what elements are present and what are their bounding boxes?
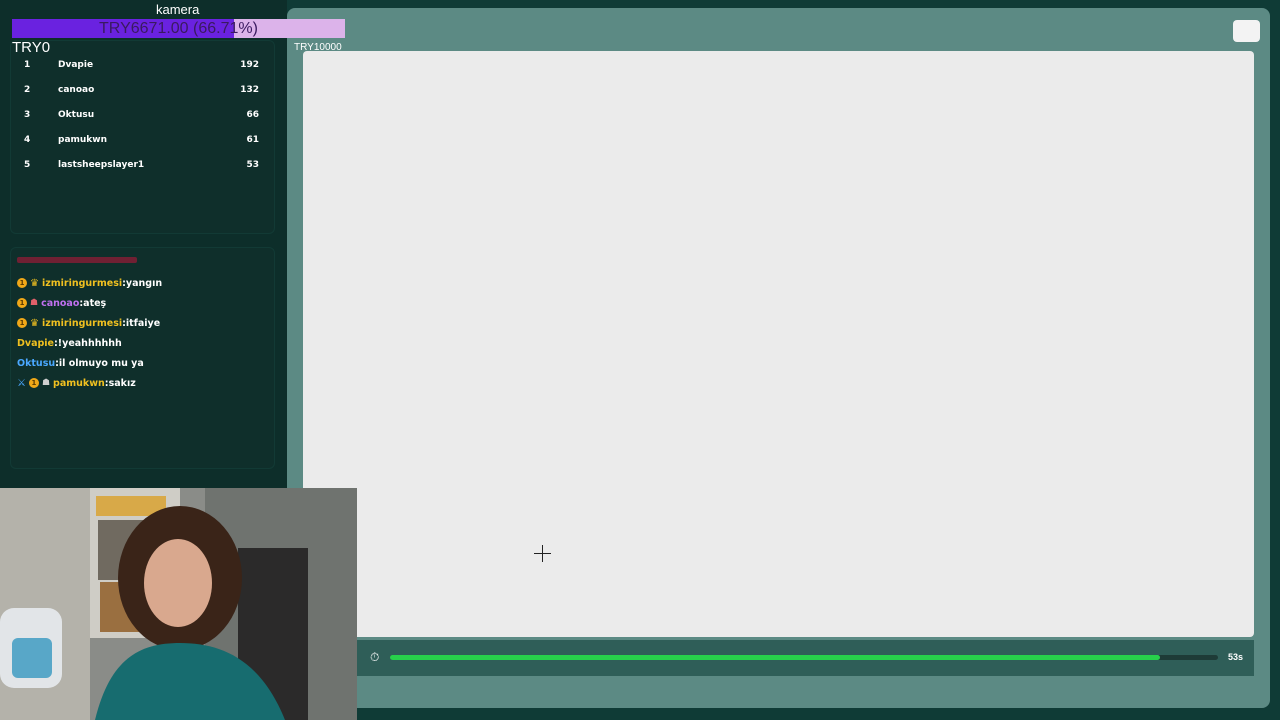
leaderboard-rank: 1 xyxy=(24,60,31,70)
leaderboard-panel: 1 Dvapie 192 2 canoao 132 3 Oktusu 66 4 … xyxy=(10,40,275,234)
chat-message: ⚔ 1 ☗ pamukwn :sakız xyxy=(17,375,136,391)
donation-goal-text: TRY6671.00 (66.71%) xyxy=(99,20,258,37)
leaderboard-score: 66 xyxy=(246,110,259,120)
leaderboard-name: Oktusu xyxy=(58,110,95,120)
chat-message: Dvapie :!yeahhhhhh xyxy=(17,335,122,351)
chat-message: 1 ♛ izmiringurmesi :itfaiye xyxy=(17,315,160,331)
robot-icon: ☗ xyxy=(41,378,51,388)
crown-icon: ♛ xyxy=(30,317,39,329)
coin-icon: 1 xyxy=(17,278,27,288)
timer-progress-track xyxy=(390,655,1218,660)
leaderboard-rank: 2 xyxy=(24,85,31,95)
leaderboard-score: 132 xyxy=(240,85,259,95)
leaderboard-row-partial xyxy=(10,185,275,191)
webcam-image xyxy=(0,488,357,720)
leaderboard-rank: 3 xyxy=(24,110,31,120)
chat-text: :il olmuyo mu ya xyxy=(55,357,144,369)
leaderboard-row: 4 pamukwn 61 xyxy=(10,131,275,151)
leaderboard-row: 2 canoao 132 xyxy=(10,81,275,101)
chat-message: Oktusu :il olmuyo mu ya xyxy=(17,355,144,371)
camera-label: kamera xyxy=(156,2,200,17)
leaderboard-rank: 5 xyxy=(24,160,31,170)
chat-message: 1 ♛ izmiringurmesi :yangın xyxy=(17,275,162,291)
stopwatch-icon: ⏱ xyxy=(370,650,380,664)
leaderboard-name: canoao xyxy=(58,85,95,95)
webcam-feed xyxy=(0,488,357,720)
leaderboard-score: 192 xyxy=(240,60,259,70)
leaderboard-name: pamukwn xyxy=(58,135,108,145)
leaderboard-rank: 4 xyxy=(24,135,31,145)
coin-icon: 1 xyxy=(28,378,39,388)
drawing-canvas[interactable] xyxy=(303,51,1254,637)
corner-button[interactable] xyxy=(1233,20,1260,42)
leaderboard-name: lastsheepslayer1 xyxy=(58,160,145,170)
leaderboard-score: 61 xyxy=(246,135,259,145)
leaderboard-name: Dvapie xyxy=(58,60,94,70)
chat-message: 1 ☗ canoao :ateş xyxy=(17,295,106,311)
donation-goal-start: TRY0 xyxy=(12,39,51,56)
chat-username[interactable]: Oktusu xyxy=(17,358,55,369)
sword-icon: ⚔ xyxy=(17,377,26,389)
chat-line-partial xyxy=(17,257,137,263)
donation-goal-target: TRY10000 xyxy=(294,42,342,53)
timer-text: 53s xyxy=(1228,652,1244,662)
coin-icon: 1 xyxy=(17,298,27,308)
chat-username[interactable]: Dvapie xyxy=(17,338,54,349)
chat-username[interactable]: izmiringurmesi xyxy=(42,278,122,289)
coin-icon: 1 xyxy=(17,318,27,328)
chat-text: :itfaiye xyxy=(122,317,161,329)
chat-text: :yangın xyxy=(122,277,163,289)
chat-username[interactable]: pamukwn xyxy=(53,378,105,389)
donation-goal-bar: TRY6671.00 (66.71%) xyxy=(12,19,345,38)
chat-text: :ateş xyxy=(79,297,107,309)
chat-panel: 1 ♛ izmiringurmesi :yangın 1 ☗ canoao :a… xyxy=(10,247,275,469)
leaderboard-row: 1 Dvapie 192 xyxy=(10,56,275,76)
chat-username[interactable]: izmiringurmesi xyxy=(42,318,122,329)
leaderboard-score: 53 xyxy=(246,160,259,170)
bug-icon: ☗ xyxy=(30,298,39,308)
chat-text: :sakız xyxy=(104,377,136,389)
crosshair-cursor-icon xyxy=(534,545,551,562)
crown-icon: ♛ xyxy=(30,277,39,289)
chat-username[interactable]: canoao xyxy=(41,298,79,309)
timer-progress-fill xyxy=(390,655,1161,660)
chat-text: :!yeahhhhhh xyxy=(54,337,122,349)
leaderboard-row: 3 Oktusu 66 xyxy=(10,106,275,126)
leaderboard-row: 5 lastsheepslayer1 53 xyxy=(10,156,275,176)
